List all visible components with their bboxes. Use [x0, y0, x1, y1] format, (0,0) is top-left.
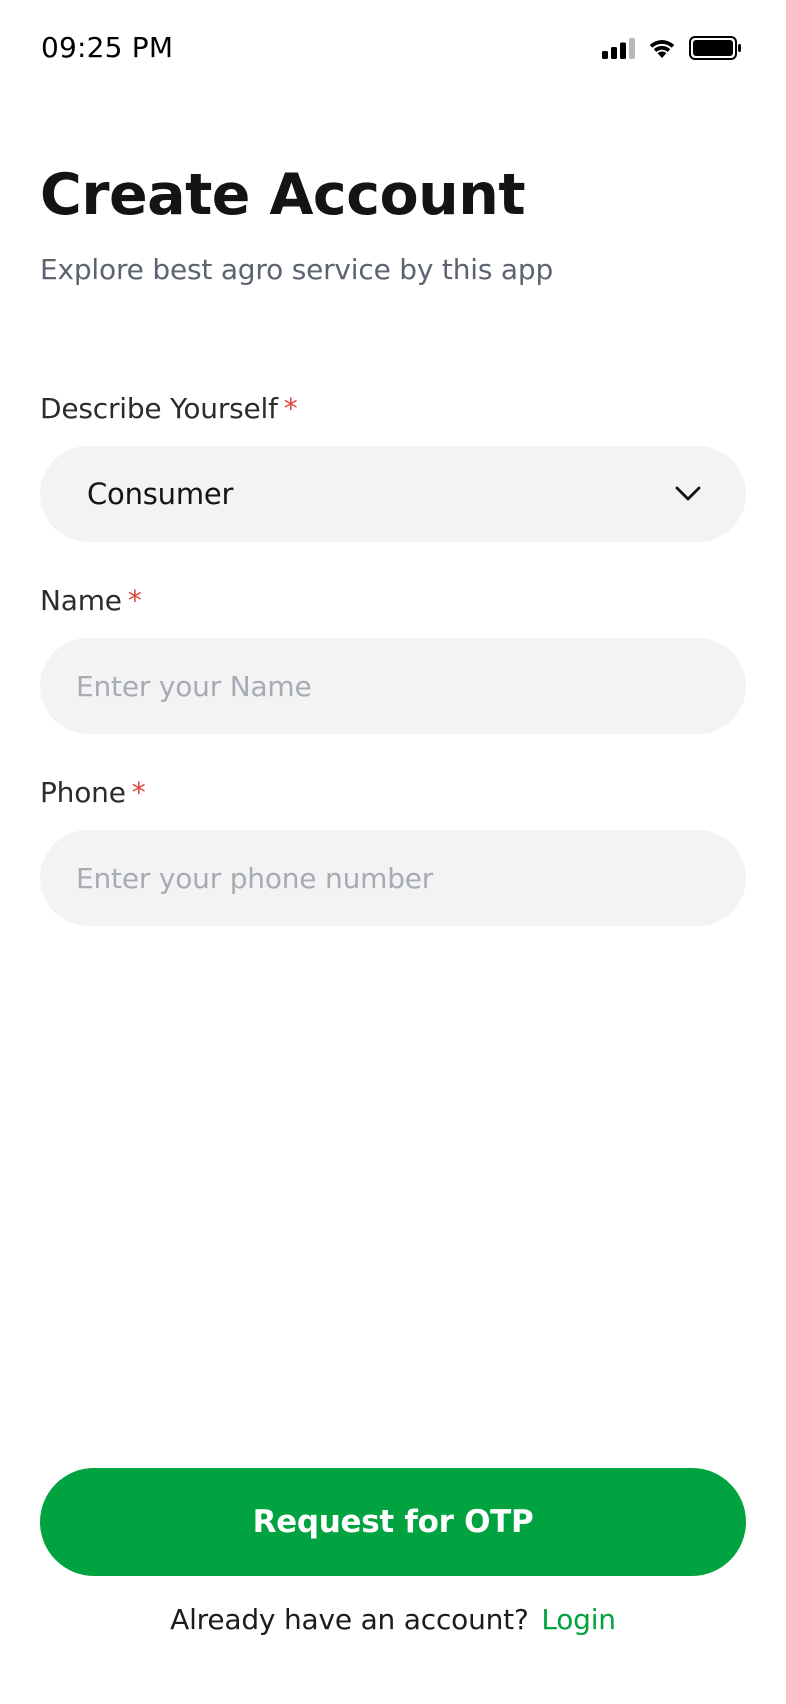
- login-prompt-text: Already have an account?: [170, 1603, 529, 1636]
- battery-icon: [689, 36, 742, 64]
- phone-label: Phone *: [40, 776, 146, 809]
- page-title: Create Account: [40, 162, 526, 228]
- cellular-signal-icon: [602, 37, 635, 63]
- required-asterisk: *: [283, 392, 298, 425]
- required-asterisk: *: [127, 584, 142, 617]
- phone-field-container: [40, 830, 746, 926]
- name-input[interactable]: [40, 638, 746, 734]
- wifi-icon: [647, 37, 677, 63]
- name-label-text: Name: [40, 584, 122, 617]
- phone-label-text: Phone: [40, 776, 126, 809]
- request-otp-button[interactable]: Request for OTP: [40, 1468, 746, 1576]
- status-time: 09:25 PM: [41, 31, 174, 64]
- login-prompt-row: Already have an account? Login: [0, 1603, 786, 1636]
- create-account-screen: 09:25 PM Create Account Explore best agr…: [0, 0, 786, 1704]
- describe-yourself-label: Describe Yourself *: [40, 392, 298, 425]
- name-label: Name *: [40, 584, 142, 617]
- required-asterisk: *: [131, 776, 146, 809]
- phone-input[interactable]: [40, 830, 746, 926]
- page-subtitle: Explore best agro service by this app: [40, 253, 554, 286]
- describe-yourself-value: Consumer: [87, 477, 234, 511]
- describe-yourself-label-text: Describe Yourself: [40, 392, 278, 425]
- chevron-down-icon[interactable]: [674, 480, 702, 512]
- status-bar: 09:25 PM: [0, 0, 786, 96]
- login-link[interactable]: Login: [541, 1603, 616, 1636]
- name-field-container: [40, 638, 746, 734]
- status-icons: [602, 36, 742, 64]
- describe-yourself-select[interactable]: Consumer: [40, 446, 746, 542]
